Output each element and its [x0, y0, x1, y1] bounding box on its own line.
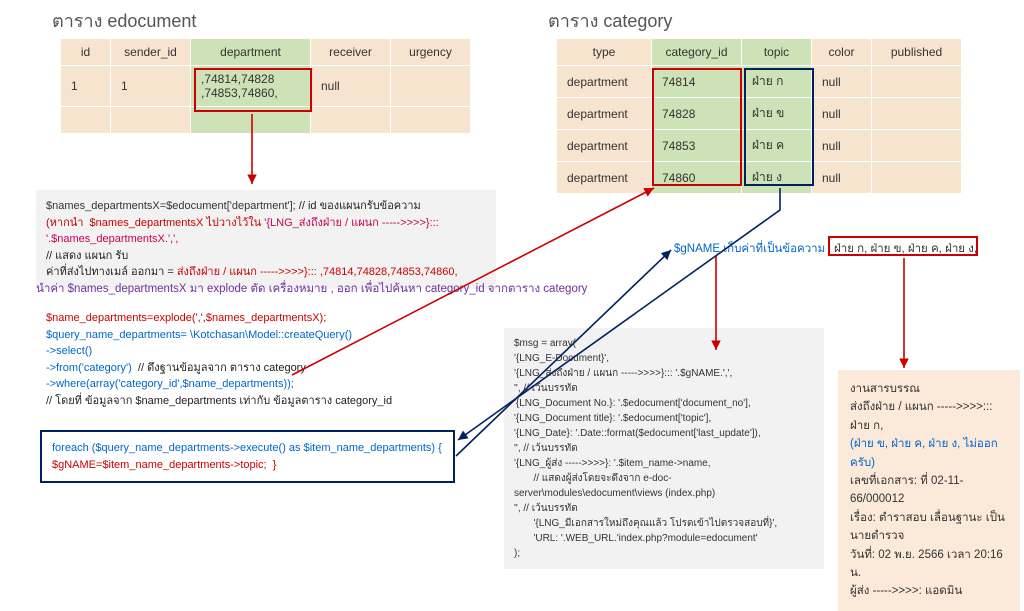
- code-block-msg: $msg = array( '{LNG_E-Document}', '{LNG_…: [504, 328, 824, 569]
- code-block-1: $names_departmentsX=$edocument['departme…: [36, 190, 496, 289]
- table-row: type category_id topic color published: [557, 39, 962, 66]
- hl-topics-list: [828, 236, 978, 256]
- annot-gname: $gNAME เก็บค่าที่เป็นข้อความ: [674, 240, 825, 258]
- hl-cat-topics: [744, 68, 814, 186]
- title-edocument: ตาราง edocument: [52, 6, 196, 35]
- title-category: ตาราง category: [548, 6, 672, 35]
- hl-cat-ids: [652, 68, 742, 186]
- code-block-foreach: foreach ($query_name_departments->execut…: [40, 430, 455, 483]
- hl-edoc-department: [194, 68, 312, 112]
- table-row: id sender_id department receiver urgency: [61, 39, 471, 66]
- code-block-2: $name_departments=explode(',',$names_dep…: [36, 302, 476, 417]
- note-explode: นำค่า $names_departmentsX มา explode ตัด…: [36, 280, 587, 298]
- output-email: งานสารบรรณ ส่งถึงฝ่าย / แผนก ----->>>>::…: [838, 370, 1020, 611]
